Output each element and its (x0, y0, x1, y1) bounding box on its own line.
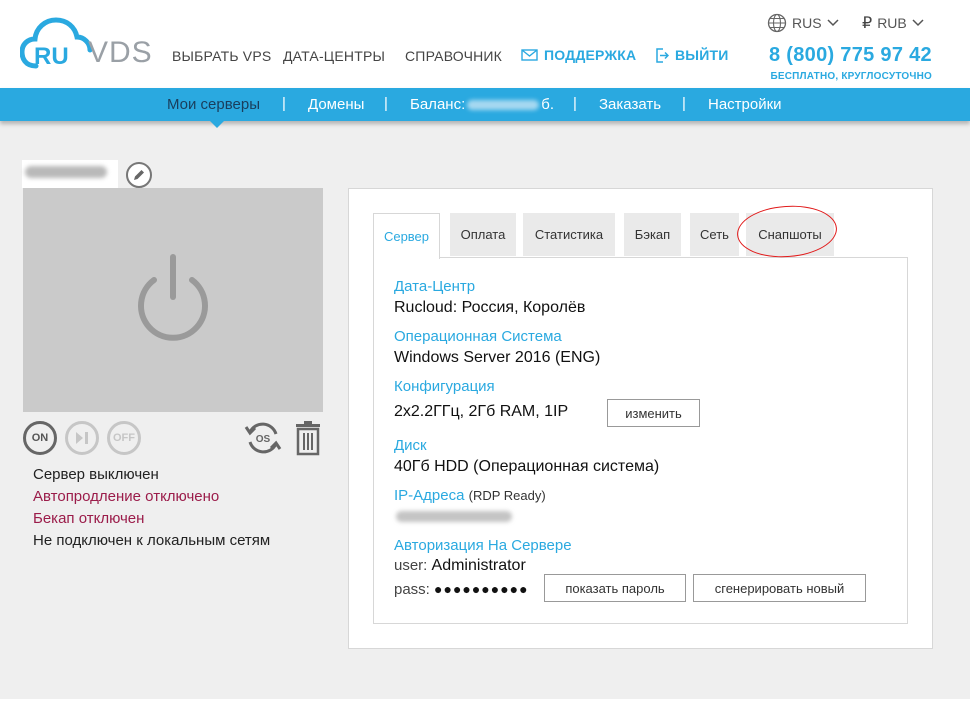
language-select[interactable]: RUS (767, 13, 839, 33)
menu-separator: | (384, 95, 388, 112)
reinstall-os-button[interactable]: OS (243, 418, 283, 458)
ip-label-text: IP-Адреса (394, 487, 465, 504)
auth-label: Авторизация На Сервере (394, 537, 572, 554)
currency-select[interactable]: ₽ RUB (862, 13, 924, 33)
tab-network[interactable]: Сеть (690, 213, 739, 256)
site-header: RU VDS ВЫБРАТЬ VPS ДАТА-ЦЕНТРЫ СПРАВОЧНИ… (0, 0, 970, 88)
nav-logout[interactable]: ВЫЙТИ (655, 47, 729, 63)
status-autorenew[interactable]: Автопродление отключено (33, 488, 219, 505)
ruble-icon: ₽ (862, 15, 873, 32)
svg-text:RU: RU (34, 43, 69, 70)
tab-payment[interactable]: Оплата (450, 213, 516, 256)
menu-domains[interactable]: Домены (308, 96, 364, 113)
logo-vds-text: VDS (88, 36, 153, 69)
ip-address-redacted (396, 511, 512, 522)
edit-name-button[interactable] (126, 162, 152, 188)
menu-separator: | (682, 95, 686, 112)
user-row: user: Administrator (394, 557, 526, 575)
os-label: Операционная Система (394, 328, 562, 345)
os-value: Windows Server 2016 (ENG) (394, 349, 601, 366)
power-off-button[interactable]: OFF (107, 421, 141, 455)
user-value: Administrator (431, 557, 526, 574)
config-value: 2x2.2ГГц, 2Гб RAM, 1IP (394, 403, 569, 420)
logout-icon (656, 47, 669, 63)
reinstall-os-icon: OS (244, 422, 282, 454)
power-on-button[interactable]: ON (23, 421, 57, 455)
nav-support-label: ПОДДЕРЖКА (544, 47, 637, 63)
config-label: Конфигурация (394, 378, 495, 395)
menu-separator: | (282, 95, 286, 112)
tab-statistics[interactable]: Статистика (523, 213, 615, 256)
menu-my-servers[interactable]: Мои серверы (167, 96, 260, 113)
show-password-button[interactable]: показать пароль (544, 574, 686, 602)
disk-value: 40Гб HDD (Операционная система) (394, 458, 660, 475)
generate-password-button[interactable]: сгенерировать новый (693, 574, 866, 602)
reboot-button[interactable] (65, 421, 99, 455)
server-name-redacted (25, 166, 107, 178)
status-server-off: Сервер выключен (33, 466, 159, 483)
nav-reference[interactable]: СПРАВОЧНИК (405, 48, 502, 64)
chevron-down-icon (827, 19, 839, 27)
footer-strip (0, 699, 970, 717)
tab-server[interactable]: Сервер (373, 213, 440, 259)
currency-value: RUB (877, 15, 907, 31)
rdp-ready-note: (RDP Ready) (468, 488, 546, 503)
menu-balance[interactable]: Баланс: б. (410, 96, 554, 113)
trash-icon (296, 421, 320, 456)
change-config-button[interactable]: изменить (607, 399, 700, 427)
phone-note: БЕСПЛАТНО, КРУГЛОСУТОЧНО (770, 71, 932, 82)
ip-label: IP-Адреса (RDP Ready) (394, 487, 546, 504)
nav-support[interactable]: ПОДДЕРЖКА (521, 47, 636, 63)
status-local-network: Не подключен к локальным сетям (33, 532, 271, 549)
balance-redacted (467, 100, 540, 111)
server-screen-preview[interactable] (23, 188, 323, 412)
datacenter-label: Дата-Центр (394, 278, 476, 295)
envelope-icon (521, 49, 538, 61)
tab-backup[interactable]: Бэкап (624, 213, 681, 256)
menu-order[interactable]: Заказать (599, 96, 661, 113)
active-menu-caret (210, 121, 224, 128)
nav-datacenters[interactable]: ДАТА-ЦЕНТРЫ (283, 48, 385, 64)
globe-icon (767, 13, 787, 33)
svg-text:OS: OS (256, 434, 271, 445)
power-icon (138, 254, 208, 341)
status-backup[interactable]: Бекап отключен (33, 510, 144, 527)
support-phone[interactable]: 8 (800) 775 97 42 (769, 44, 932, 67)
pencil-icon (134, 170, 144, 180)
pass-label: pass: (394, 581, 430, 598)
nav-choose-vps[interactable]: ВЫБРАТЬ VPS (172, 48, 271, 64)
balance-suffix: б. (541, 96, 554, 113)
ruvds-logo[interactable]: RU VDS (19, 16, 153, 70)
delete-server-button[interactable] (293, 420, 323, 456)
user-label: user: (394, 557, 428, 574)
language-value: RUS (792, 15, 822, 31)
account-menu-bar: Мои серверы | Домены | Баланс: б. | Заказ… (0, 88, 970, 128)
menu-settings[interactable]: Настройки (708, 96, 782, 113)
play-pause-icon (76, 432, 88, 444)
pass-row: pass: ●●●●●●●●●● (394, 581, 529, 598)
balance-prefix: Баланс: (410, 96, 466, 113)
chevron-down-icon (912, 19, 924, 27)
pass-value: ●●●●●●●●●● (434, 581, 529, 597)
cloud-logo-icon: RU (19, 17, 93, 70)
datacenter-value: Rucloud: Россия, Королёв (394, 299, 586, 316)
disk-label: Диск (394, 437, 427, 454)
menu-separator: | (573, 95, 577, 112)
nav-logout-label: ВЫЙТИ (675, 47, 729, 63)
